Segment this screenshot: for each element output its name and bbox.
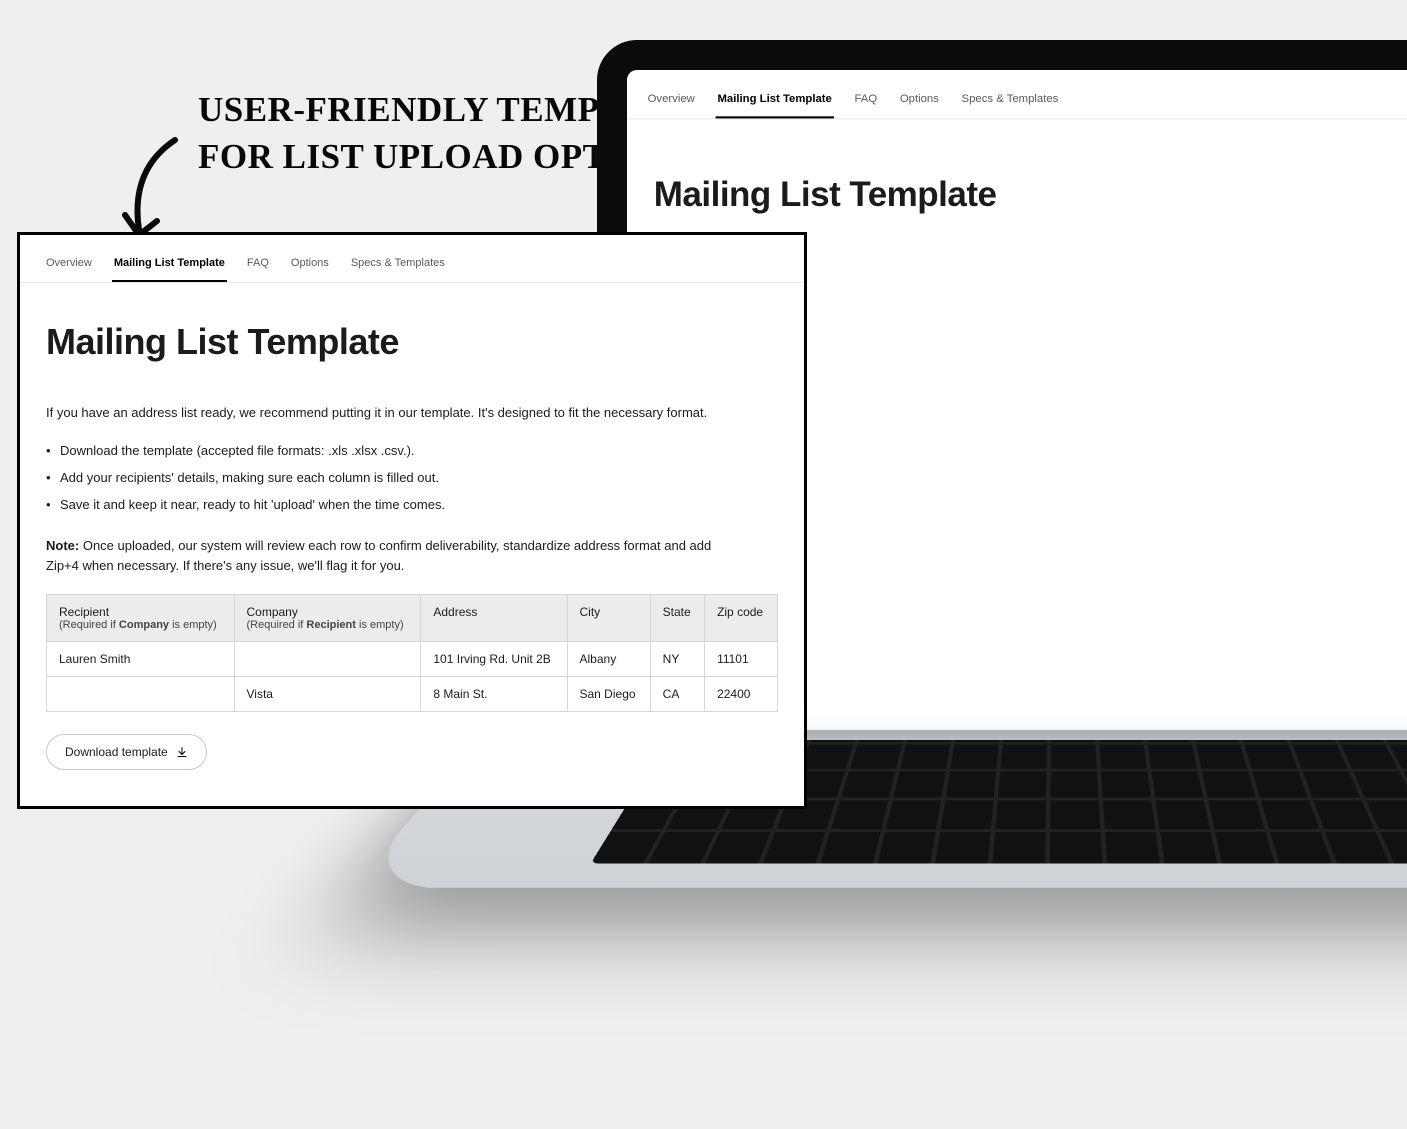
- col-zip: Zip code: [705, 594, 778, 641]
- cell-recipient: Lauren Smith: [47, 641, 235, 676]
- instruction-list: Download the template (accepted file for…: [46, 441, 778, 515]
- page-panel: Overview Mailing List Template FAQ Optio…: [17, 232, 807, 809]
- address-table: Recipient (Required if Company is empty)…: [46, 594, 778, 712]
- cell-address: 8 Main St.: [421, 676, 567, 711]
- cell-state: CA: [650, 676, 704, 711]
- cell-recipient: [47, 676, 235, 711]
- intro-text: If you have an address list ready, we re…: [46, 403, 726, 423]
- list-item: Save it and keep it near, ready to hit '…: [46, 495, 778, 516]
- note-text: Note: Once uploaded, our system will rev…: [46, 536, 746, 576]
- tab-faq[interactable]: FAQ: [245, 257, 271, 282]
- list-item: Add your recipients' details, making sur…: [46, 468, 778, 489]
- tab-options[interactable]: Options: [289, 257, 331, 282]
- col-address: Address: [421, 594, 567, 641]
- tab-specs-templates[interactable]: Specs & Templates: [349, 257, 447, 282]
- table-row: Lauren Smith 101 Irving Rd. Unit 2B Alba…: [47, 641, 778, 676]
- note-body: Once uploaded, our system will review ea…: [46, 538, 711, 573]
- note-label: Note:: [46, 538, 79, 553]
- download-icon: [176, 746, 188, 758]
- cell-company: Vista: [234, 676, 421, 711]
- cell-company: [234, 641, 421, 676]
- page-title: Mailing List Template: [46, 321, 778, 363]
- download-template-label: Download template: [65, 745, 168, 759]
- cell-city: Albany: [567, 641, 650, 676]
- cell-state: NY: [650, 641, 704, 676]
- col-state: State: [650, 594, 704, 641]
- tab-specs-templates-laptop[interactable]: Specs & Templates: [959, 93, 1060, 119]
- tab-overview[interactable]: Overview: [44, 257, 94, 282]
- tab-mailing-list-template[interactable]: Mailing List Template: [112, 257, 227, 282]
- page-title-laptop: Mailing List Template: [654, 175, 1407, 215]
- tab-overview-laptop[interactable]: Overview: [646, 93, 697, 119]
- cell-zip: 11101: [705, 641, 778, 676]
- cell-city: San Diego: [567, 676, 650, 711]
- col-city: City: [567, 594, 650, 641]
- col-recipient: Recipient (Required if Company is empty): [47, 594, 235, 641]
- download-template-button[interactable]: Download template: [46, 734, 207, 770]
- tab-bar: Overview Mailing List Template FAQ Optio…: [20, 235, 804, 283]
- tab-mailing-list-template-laptop[interactable]: Mailing List Template: [715, 93, 833, 119]
- cell-address: 101 Irving Rd. Unit 2B: [421, 641, 567, 676]
- tab-faq-laptop[interactable]: FAQ: [852, 93, 879, 119]
- tab-options-laptop[interactable]: Options: [898, 93, 941, 119]
- list-item: Download the template (accepted file for…: [46, 441, 778, 462]
- arrow-icon: [115, 135, 195, 245]
- col-company: Company (Required if Recipient is empty): [234, 594, 421, 641]
- table-row: Vista 8 Main St. San Diego CA 22400: [47, 676, 778, 711]
- cell-zip: 22400: [705, 676, 778, 711]
